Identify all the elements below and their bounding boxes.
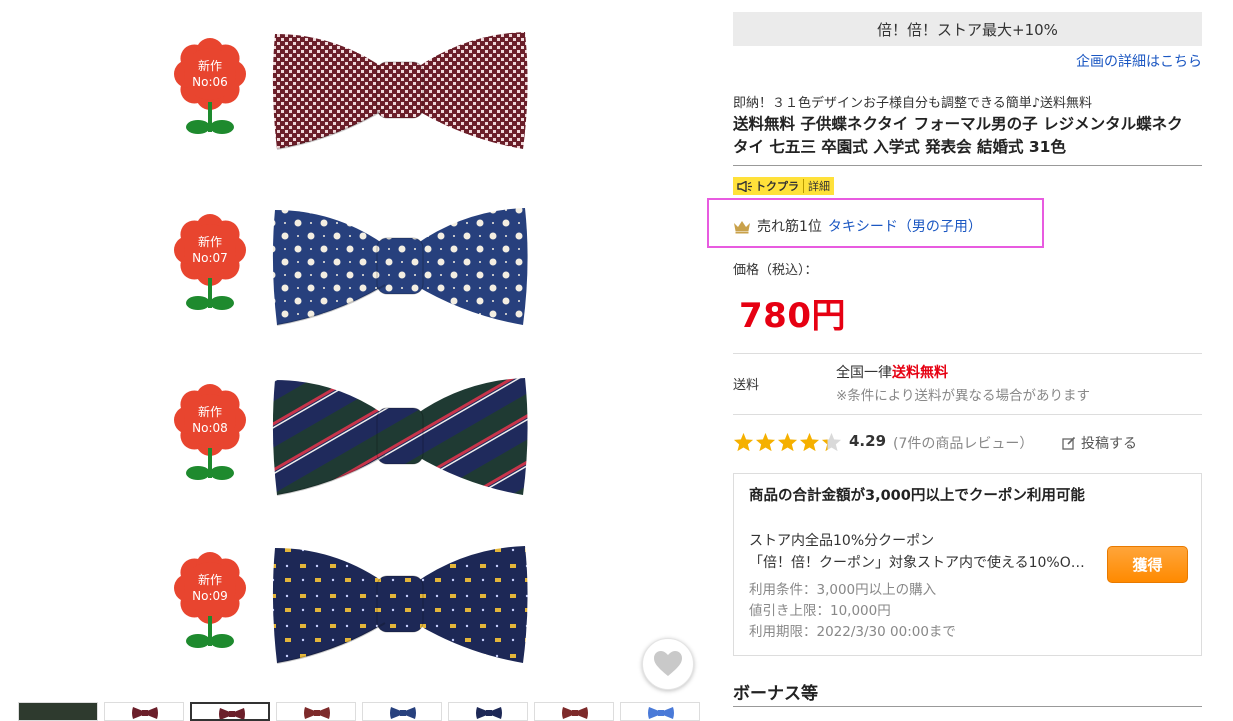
badge-number-text: No:07 <box>192 251 228 265</box>
ranking-category-link[interactable]: タキシード（男の子用） <box>828 216 982 236</box>
tokupura-label: トクプラ <box>755 180 799 193</box>
coupon-condition: 利用条件：3,000円以上の購入 <box>749 582 937 598</box>
bow-tie-image <box>272 32 528 150</box>
gallery-item: 新作 No:07 <box>170 190 550 340</box>
new-item-flower-badge: 新作 No:07 <box>174 214 246 310</box>
star-icon <box>777 432 798 452</box>
badge-number-text: No:06 <box>192 75 228 89</box>
thumbnail-item[interactable] <box>448 702 528 721</box>
bow-tie-image <box>272 378 528 496</box>
product-image-gallery[interactable]: 新作 No:06 新作 No:07 新作 No:08 新作 No:09 <box>0 0 712 721</box>
thumbnail-image <box>648 707 674 719</box>
coupon-box: 商品の合計金額が3,000円以上でクーポン利用可能 ストア内全品10%分クーポン… <box>733 473 1202 656</box>
product-title: 送料無料 子供蝶ネクタイ フォーマル男の子 レジメンタル蝶ネクタイ 七五三 卒園… <box>733 115 1183 156</box>
divider <box>733 414 1202 415</box>
shipping-note: ※条件により送料が異なる場合があります <box>836 388 1091 404</box>
thumbnail-image <box>390 707 416 719</box>
price-label: 価格（税込）： <box>733 263 818 278</box>
tokupura-logo: トクプラ <box>733 178 803 194</box>
bow-tie-image <box>272 546 528 664</box>
thumbnail-strip <box>18 702 708 721</box>
new-item-flower-badge: 新作 No:06 <box>174 38 246 134</box>
shipping-label: 送料 <box>733 378 760 393</box>
shipping-info: 全国一律送料無料 <box>836 362 948 382</box>
star-icon <box>821 432 842 452</box>
thumbnail-item[interactable] <box>190 702 270 721</box>
thumbnail-item[interactable] <box>104 702 184 721</box>
review-count-link[interactable]: (7件の商品レビュー） <box>893 433 1033 453</box>
campaign-detail-link[interactable]: 企画の詳細はこちら <box>1076 51 1202 71</box>
product-info: 倍！倍！ストア最大+10% 企画の詳細はこちら 即納！３１色デザインお子様自分も… <box>707 0 1203 721</box>
divider <box>733 353 1202 354</box>
new-item-flower-badge: 新作 No:08 <box>174 384 246 480</box>
crown-icon <box>734 220 750 233</box>
favorite-button[interactable] <box>642 638 694 690</box>
coupon-description: 「倍！倍！クーポン」対象ストア内で使える10%OFFクーポン <box>749 555 1089 571</box>
star-icon <box>799 432 820 452</box>
divider <box>733 706 1202 707</box>
rating-stars <box>733 432 842 452</box>
badge-number-text: No:09 <box>192 589 228 603</box>
star-icon <box>755 432 776 452</box>
thumbnail-image <box>562 707 588 719</box>
megaphone-icon <box>737 180 752 192</box>
thumbnail-image <box>219 708 245 719</box>
catch-copy: 即納！３１色デザインお子様自分も調整できる簡単♪送料無料 <box>733 96 1093 111</box>
post-review-button[interactable]: 投稿する <box>1062 433 1137 453</box>
campaign-banner: 倍！倍！ストア最大+10% <box>733 12 1202 46</box>
ranking-text: 売れ筋1位 <box>757 219 822 235</box>
new-item-flower-badge: 新作 No:09 <box>174 552 246 648</box>
heart-icon <box>654 651 682 676</box>
free-shipping-text: 送料無料 <box>892 365 948 381</box>
price-value: 780円 <box>739 296 846 336</box>
coupon-discount-limit: 値引き上限：10,000円 <box>749 603 891 619</box>
divider <box>733 165 1202 166</box>
gallery-item: 新作 No:08 <box>170 360 550 510</box>
thumbnail-item[interactable] <box>18 702 98 721</box>
shipping-prefix: 全国一律 <box>836 365 892 381</box>
badge-new-text: 新作 <box>198 572 222 587</box>
bonus-heading: ボーナス等 <box>733 684 818 704</box>
rating-value: 4.29 <box>849 432 887 450</box>
post-review-label: 投稿する <box>1081 436 1137 452</box>
thumbnail-item[interactable] <box>620 702 700 721</box>
coupon-name: ストア内全品10%分クーポン <box>749 533 935 549</box>
edit-icon <box>1062 436 1076 450</box>
badge-new-text: 新作 <box>198 58 222 73</box>
thumbnail-item[interactable] <box>276 702 356 721</box>
thumbnail-image <box>19 703 97 720</box>
tokupura-badge[interactable]: トクプラ 詳細 <box>733 177 834 195</box>
thumbnail-item[interactable] <box>362 702 442 721</box>
ranking-info: 売れ筋1位 タキシード（男の子用） <box>733 216 982 236</box>
get-coupon-button[interactable]: 獲得 <box>1107 546 1188 583</box>
coupon-title: 商品の合計金額が3,000円以上でクーポン利用可能 <box>749 488 1085 504</box>
thumbnail-image <box>304 707 330 719</box>
gallery-item: 新作 No:06 <box>170 14 550 164</box>
thumbnail-image <box>476 707 502 719</box>
star-icon <box>733 432 754 452</box>
tokupura-detail[interactable]: 詳細 <box>804 178 834 194</box>
badge-number-text: No:08 <box>192 421 228 435</box>
bow-tie-image <box>272 208 528 326</box>
gallery-item: 新作 No:09 <box>170 528 550 678</box>
thumbnail-image <box>132 707 158 719</box>
coupon-expiry: 利用期限：2022/3/30 00:00まで <box>749 624 956 640</box>
badge-new-text: 新作 <box>198 404 222 419</box>
badge-new-text: 新作 <box>198 234 222 249</box>
thumbnail-item[interactable] <box>534 702 614 721</box>
